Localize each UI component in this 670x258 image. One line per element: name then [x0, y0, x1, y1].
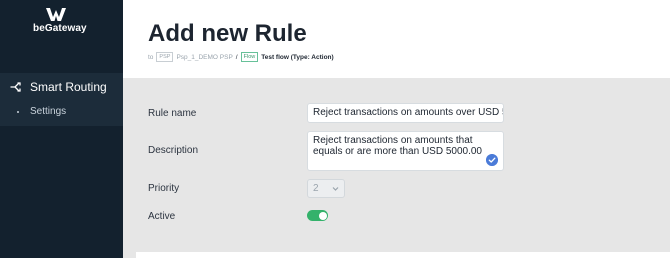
rule-name-input[interactable]: Reject transactions on amounts over USD … [307, 103, 504, 123]
flow-tag: Flow [240, 52, 259, 62]
brand-name: beGateway [33, 23, 87, 34]
breadcrumb-psp-link[interactable]: Psp_1_DEMO PSP [176, 54, 232, 61]
page-header: Add new Rule to PSP Psp_1_DEMO PSP / Flo… [123, 0, 670, 78]
begateway-logo-icon [46, 8, 66, 21]
brand-logo[interactable]: beGateway [33, 6, 93, 36]
active-label: Active [148, 211, 176, 222]
breadcrumb: to PSP Psp_1_DEMO PSP / Flow Test flow (… [148, 52, 337, 62]
description-label: Description [148, 145, 199, 156]
psp-tag: PSP [156, 52, 174, 62]
description-textarea[interactable]: Reject transactions on amounts that equa… [307, 131, 504, 171]
sidebar: beGateway Smart Routing Settings [0, 0, 123, 258]
toggle-knob [318, 211, 327, 220]
nav-sub-label: Settings [30, 106, 67, 117]
description-text: Reject transactions on amounts that equa… [313, 135, 482, 157]
breadcrumb-prefix: to [148, 53, 154, 61]
nav-item-label: Smart Routing [30, 80, 107, 94]
active-toggle[interactable] [307, 210, 328, 221]
breadcrumb-separator: / [235, 53, 238, 61]
nav-group-smart-routing: Smart Routing Settings [0, 73, 123, 126]
breadcrumb-flow-name: Test flow (Type: Action) [261, 53, 334, 61]
routing-icon [10, 82, 21, 92]
content-card [136, 252, 670, 258]
page-title: Add new Rule [148, 20, 307, 47]
nav-item-smart-routing[interactable]: Smart Routing [10, 80, 107, 94]
chevron-down-icon [332, 187, 339, 191]
bullet-icon [17, 110, 19, 113]
priority-label: Priority [148, 183, 180, 194]
priority-value: 2 [313, 183, 319, 194]
nav-item-settings[interactable]: Settings [17, 106, 66, 117]
rule-name-label: Rule name [148, 108, 197, 119]
check-circle-icon [486, 154, 498, 166]
priority-select[interactable]: 2 [307, 179, 345, 198]
